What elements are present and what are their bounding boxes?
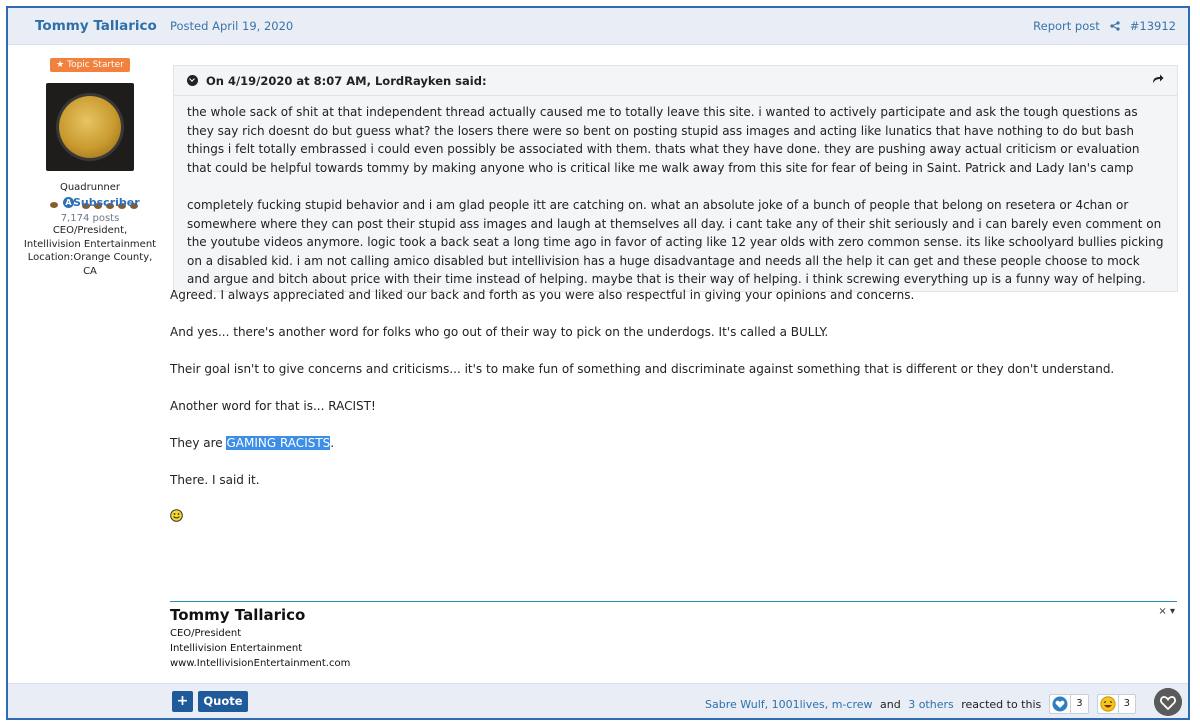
signature-line: Intellivision Entertainment [170,643,303,654]
laughing-face-icon [1100,696,1116,712]
signature-options-icon[interactable]: × ▾ [1158,606,1175,617]
chevron-down-icon[interactable] [187,75,198,86]
topic-starter-badge: ★ Topic Starter [50,58,130,72]
multiquote-button[interactable]: + [172,691,193,712]
quote-paragraph-2: completely fucking stupid behavior and i… [187,198,1164,286]
share-icon[interactable] [1110,21,1120,31]
message-body: Agreed. I always appreciated and liked o… [170,287,1170,526]
quote-button[interactable]: Quote [198,691,248,712]
quote-citation: On 4/19/2020 at 8:07 AM, LordRayken said… [206,73,487,88]
like-reaction-pill[interactable]: 3 [1049,694,1089,714]
message-text: They are [170,436,227,450]
post-header: Tommy Tallarico Posted April 19, 2020 Re… [8,8,1188,45]
others-link[interactable]: 3 others [908,698,954,711]
signature-line: CEO/President [170,628,242,639]
member-meta-4: CA [83,265,97,277]
member-meta-2: Intellivision Entertainment [23,238,157,250]
heart-icon [1052,696,1068,712]
post-date[interactable]: Posted April 19, 2020 [170,19,293,33]
quote-block: On 4/19/2020 at 8:07 AM, LordRayken said… [173,65,1178,292]
member-meta-1: CEO/President, [52,225,128,236]
jump-to-quote-icon[interactable] [1152,74,1164,84]
emoji-paragraph [170,509,1170,526]
smiley-icon [170,509,183,522]
report-post-link[interactable]: Report post [1033,19,1100,33]
reactions-suffix: reacted to this [957,697,1042,711]
author-sidebar: ★ Topic Starter Quadrunner A Subscriber … [8,45,172,645]
reactor-names[interactable]: Sabre Wulf, 1001lives, m-crew [705,698,873,711]
message-paragraph: Another word for that is... RACIST! [170,399,376,413]
reactions-summary: Sabre Wulf, 1001lives, m-crew and 3 othe… [705,694,1136,714]
subscriber-badge: A Subscriber [8,194,172,214]
post-count: 7,174 posts [60,213,120,224]
message-paragraph: And yes... there's another word for folk… [170,325,829,339]
signature-name: Tommy Tallarico [170,606,306,624]
post-footer: + Quote Sabre Wulf, 1001lives, m-crew an… [8,683,1188,718]
reactions-and: and [876,697,905,711]
quote-body: the whole sack of shit at that independe… [174,96,1177,289]
haha-reaction-pill[interactable]: 3 [1096,694,1136,714]
highlighted-text: GAMING RACISTS [226,436,331,450]
message-paragraph: Their goal isn't to give concerns and cr… [170,362,1115,376]
message-paragraph: They are GAMING RACISTS. [170,435,1170,451]
member-meta-3: Location:Orange County, [27,252,153,263]
post-container: Tommy Tallarico Posted April 19, 2020 Re… [6,6,1190,720]
subscriber-label: Subscriber [73,196,140,209]
signature: Tommy Tallarico CEO/President Intellivis… [170,601,1177,671]
like-count: 3 [1070,695,1087,713]
haha-count: 3 [1117,695,1135,713]
author-name-link[interactable]: Tommy Tallarico [35,18,157,34]
quote-header[interactable]: On 4/19/2020 at 8:07 AM, LordRayken said… [174,66,1177,96]
message-paragraph: Agreed. I always appreciated and liked o… [170,288,915,302]
signature-link[interactable]: www.IntellivisionEntertainment.com [170,656,1177,671]
quote-paragraph-1: the whole sack of shit at that independe… [187,105,1140,175]
post-number-link[interactable]: #13912 [1130,19,1176,33]
react-heart-button[interactable] [1154,688,1182,716]
member-rank: Quadrunner [59,182,121,193]
message-text: . [330,436,335,450]
message-paragraph: There. I said it. [170,473,260,487]
avatar[interactable] [46,83,134,171]
